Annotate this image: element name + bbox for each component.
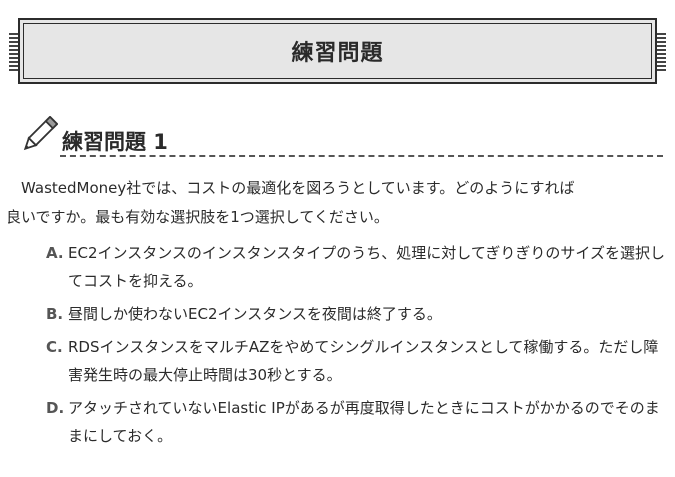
question-text: WastedMoney社では、コストの最適化を図ろうとしています。どのようにすれ… bbox=[6, 174, 666, 232]
option-text: RDSインスタンスをマルチAZをやめてシングルインスタンスとして稼働する。ただし… bbox=[68, 338, 659, 384]
option-letter: D. bbox=[46, 399, 65, 417]
option-text: EC2インスタンスのインスタンスタイプのうち、処理に対してぎりぎりのサイズを選択… bbox=[68, 244, 665, 290]
question-line-2: 良いですか。最も有効な選択肢を1つ選択してください。 bbox=[6, 208, 389, 226]
option-c[interactable]: C. RDSインスタンスをマルチAZをやめてシングルインスタンスとして稼働する。… bbox=[46, 333, 668, 389]
banner-title: 練習問題 bbox=[291, 41, 384, 66]
option-a[interactable]: A. EC2インスタンスのインスタンスタイプのうち、処理に対してぎりぎりのサイズ… bbox=[46, 239, 668, 295]
banner-box: 練習問題 bbox=[18, 18, 657, 84]
option-letter: C. bbox=[46, 338, 63, 356]
option-b[interactable]: B. 昼間しか使わないEC2インスタンスを夜間は終了する。 bbox=[46, 300, 668, 328]
option-letter: B. bbox=[46, 305, 64, 323]
option-letter: A. bbox=[46, 244, 64, 262]
pencil-icon bbox=[23, 116, 58, 151]
exercise-heading: 練習問題 1 bbox=[18, 116, 663, 157]
option-text: 昼間しか使わないEC2インスタンスを夜間は終了する。 bbox=[68, 305, 442, 323]
question-line-1: WastedMoney社では、コストの最適化を図ろうとしています。どのようにすれ… bbox=[21, 179, 575, 197]
dashed-divider bbox=[60, 155, 663, 157]
section-banner: 練習問題 bbox=[9, 18, 666, 84]
option-text: アタッチされていないElastic IPがあるが再度取得したときにコストがかかる… bbox=[68, 399, 660, 445]
exercise-title: 練習問題 1 bbox=[62, 130, 168, 154]
answer-options: A. EC2インスタンスのインスタンスタイプのうち、処理に対してぎりぎりのサイズ… bbox=[46, 239, 668, 455]
option-d[interactable]: D. アタッチされていないElastic IPがあるが再度取得したときにコストが… bbox=[46, 394, 668, 450]
